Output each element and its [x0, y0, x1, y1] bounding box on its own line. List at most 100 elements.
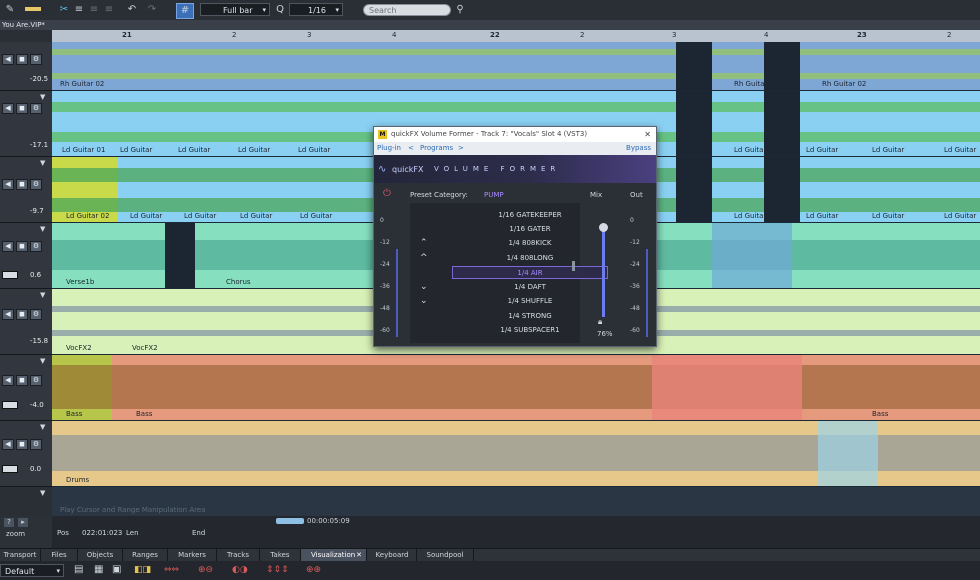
- scroll-page-up-icon[interactable]: ⌃: [420, 238, 428, 248]
- track-menu-icon[interactable]: ▼: [40, 357, 45, 365]
- help-icon[interactable]: ?: [4, 518, 14, 527]
- track-lane[interactable]: Rh Guitar 02 Rh Guitar Rh Guitar 02: [52, 42, 980, 91]
- track-menu-icon[interactable]: ▼: [40, 225, 45, 233]
- track-menu-icon[interactable]: ▼: [40, 291, 45, 299]
- preset-item[interactable]: 1/16 GATER: [452, 223, 608, 236]
- expand-icon[interactable]: ▸: [18, 518, 28, 527]
- preset-item-selected[interactable]: 1/4 AIR: [452, 266, 608, 279]
- next-program-icon[interactable]: >: [458, 142, 464, 155]
- track-header[interactable]: ▼ ◀ ◼ ⚙ -9.7: [0, 157, 52, 223]
- track-lane[interactable]: Drums: [52, 421, 980, 487]
- track-header[interactable]: ▼ ◀ ◼ ⚙ -17.1: [0, 91, 52, 157]
- empty-region: [676, 157, 712, 222]
- fx-icon[interactable]: ⚙: [30, 309, 42, 320]
- track-menu-icon[interactable]: ▼: [40, 159, 45, 167]
- mute-icon[interactable]: ◀: [2, 375, 14, 386]
- preset-item[interactable]: 1/4 SUBSPACER1: [452, 324, 608, 337]
- panel-view-icon[interactable]: ▣: [112, 564, 121, 575]
- quantize-dropdown[interactable]: 1/16 ▾: [289, 3, 343, 16]
- scroll-down-icon[interactable]: ⌄: [420, 282, 428, 292]
- fade-tool-icon[interactable]: ◐◑: [232, 565, 248, 575]
- programs-menu[interactable]: Programs: [420, 142, 453, 155]
- track-header[interactable]: ▼ ◀ ◼ ⚙ -15.8: [0, 289, 52, 355]
- track-lane[interactable]: Play Cursor and Range Manipulation Area: [52, 487, 980, 516]
- mix-slider-handle[interactable]: [599, 223, 608, 232]
- lock-icon[interactable]: 🔒︎: [598, 317, 602, 327]
- plugin-window[interactable]: M quickFX Volume Former - Track 7: "Voca…: [373, 126, 657, 347]
- track-lane[interactable]: Bass Bass Bass: [52, 355, 980, 421]
- solo-icon[interactable]: ◼: [16, 439, 28, 450]
- mix-slider[interactable]: [602, 225, 605, 317]
- pencil-tool-icon[interactable]: ✎: [3, 3, 17, 17]
- solo-icon[interactable]: ◼: [16, 179, 28, 190]
- plugin-menu[interactable]: Plug-in: [377, 142, 401, 155]
- mute-icon[interactable]: ◀: [2, 439, 14, 450]
- preset-scrollbar[interactable]: [572, 261, 575, 271]
- search-input[interactable]: Search: [363, 4, 451, 16]
- preset-item[interactable]: 1/4 808LONG: [452, 252, 608, 265]
- redo-icon[interactable]: ↷: [146, 3, 158, 17]
- align-center-icon[interactable]: ≡: [88, 3, 100, 17]
- layout-dropdown[interactable]: Default ▾: [0, 564, 64, 577]
- search-icon[interactable]: ⚲: [454, 3, 466, 17]
- preset-item[interactable]: 1/4 STRONG: [452, 310, 608, 323]
- mute-icon[interactable]: ◀: [2, 179, 14, 190]
- scroll-up-icon[interactable]: ^: [420, 253, 428, 263]
- pos-value[interactable]: 022:01:023: [82, 529, 122, 537]
- stretch-tool-icon[interactable]: ⇕⇕⇕: [266, 565, 289, 575]
- zoom-tool-icon[interactable]: ⊕⊕: [306, 565, 321, 575]
- mute-icon[interactable]: ◀: [2, 103, 14, 114]
- track-menu-icon[interactable]: ▼: [40, 489, 45, 497]
- track-header[interactable]: ◀ ◼ ⚙ -20.5: [0, 42, 52, 91]
- plugin-titlebar[interactable]: M quickFX Volume Former - Track 7: "Voca…: [374, 127, 656, 142]
- track-header[interactable]: ▼ ◀ ◼ ⚙ -4.0: [0, 355, 52, 421]
- align-left-icon[interactable]: ≡: [73, 3, 85, 17]
- bypass-button[interactable]: Bypass: [626, 142, 651, 155]
- solo-icon[interactable]: ◼: [16, 375, 28, 386]
- cut-tool-icon[interactable]: ✂: [58, 3, 70, 17]
- solo-icon[interactable]: ◼: [16, 103, 28, 114]
- fx-icon[interactable]: ⚙: [30, 439, 42, 450]
- volume-fader[interactable]: [2, 465, 18, 473]
- solo-icon[interactable]: ◼: [16, 241, 28, 252]
- solo-icon[interactable]: ◼: [16, 309, 28, 320]
- color-tool-icon[interactable]: [22, 3, 44, 17]
- mute-icon[interactable]: ◀: [2, 309, 14, 320]
- scroll-handle[interactable]: [276, 518, 304, 524]
- fx-icon[interactable]: ⚙: [30, 375, 42, 386]
- track-header[interactable]: ▼ ◀ ◼ ⚙ 0.0: [0, 421, 52, 487]
- snap-mode-dropdown[interactable]: Full bar ▾: [200, 3, 270, 16]
- volume-fader[interactable]: [2, 271, 18, 279]
- snap-grid-icon[interactable]: #: [176, 3, 194, 19]
- track-header[interactable]: ▼ ◀ ◼ ⚙ 0.6: [0, 223, 52, 289]
- solo-icon[interactable]: ◼: [16, 54, 28, 65]
- split-tool-icon[interactable]: ⇔⇔: [164, 565, 179, 575]
- prev-program-icon[interactable]: <: [408, 142, 414, 155]
- list-view-icon[interactable]: ▤: [74, 564, 83, 575]
- fx-icon[interactable]: ⚙: [30, 103, 42, 114]
- preset-category-value[interactable]: PUMP: [484, 191, 504, 199]
- grid-view-icon[interactable]: ▦: [94, 564, 103, 575]
- preset-list[interactable]: 1/16 GATEKEEPER 1/16 GATER 1/4 808KICK 1…: [410, 203, 608, 343]
- preset-item[interactable]: 1/4 DAFT: [452, 281, 608, 294]
- preset-item[interactable]: 1/4 SHUFFLE: [452, 295, 608, 308]
- fx-icon[interactable]: ⚙: [30, 179, 42, 190]
- ruler-mark: 3: [672, 31, 677, 39]
- track-header[interactable]: ▼: [0, 487, 52, 517]
- target-tool-icon[interactable]: ⊕⊖: [198, 565, 213, 575]
- track-menu-icon[interactable]: ▼: [40, 93, 45, 101]
- volume-fader[interactable]: [2, 401, 18, 409]
- power-icon[interactable]: ⏻: [383, 188, 391, 199]
- marker-tool-icon[interactable]: ◧◨: [134, 565, 151, 575]
- scroll-page-down-icon[interactable]: ⌄: [420, 296, 428, 306]
- preset-item[interactable]: 1/4 808KICK: [452, 237, 608, 250]
- align-right-icon[interactable]: ≡: [103, 3, 115, 17]
- undo-icon[interactable]: ↶: [126, 3, 138, 17]
- fx-icon[interactable]: ⚙: [30, 54, 42, 65]
- fx-icon[interactable]: ⚙: [30, 241, 42, 252]
- track-menu-icon[interactable]: ▼: [40, 423, 45, 431]
- mute-icon[interactable]: ◀: [2, 241, 14, 252]
- preset-item[interactable]: 1/16 GATEKEEPER: [452, 209, 608, 222]
- close-icon[interactable]: ✕: [644, 127, 651, 142]
- mute-icon[interactable]: ◀: [2, 54, 14, 65]
